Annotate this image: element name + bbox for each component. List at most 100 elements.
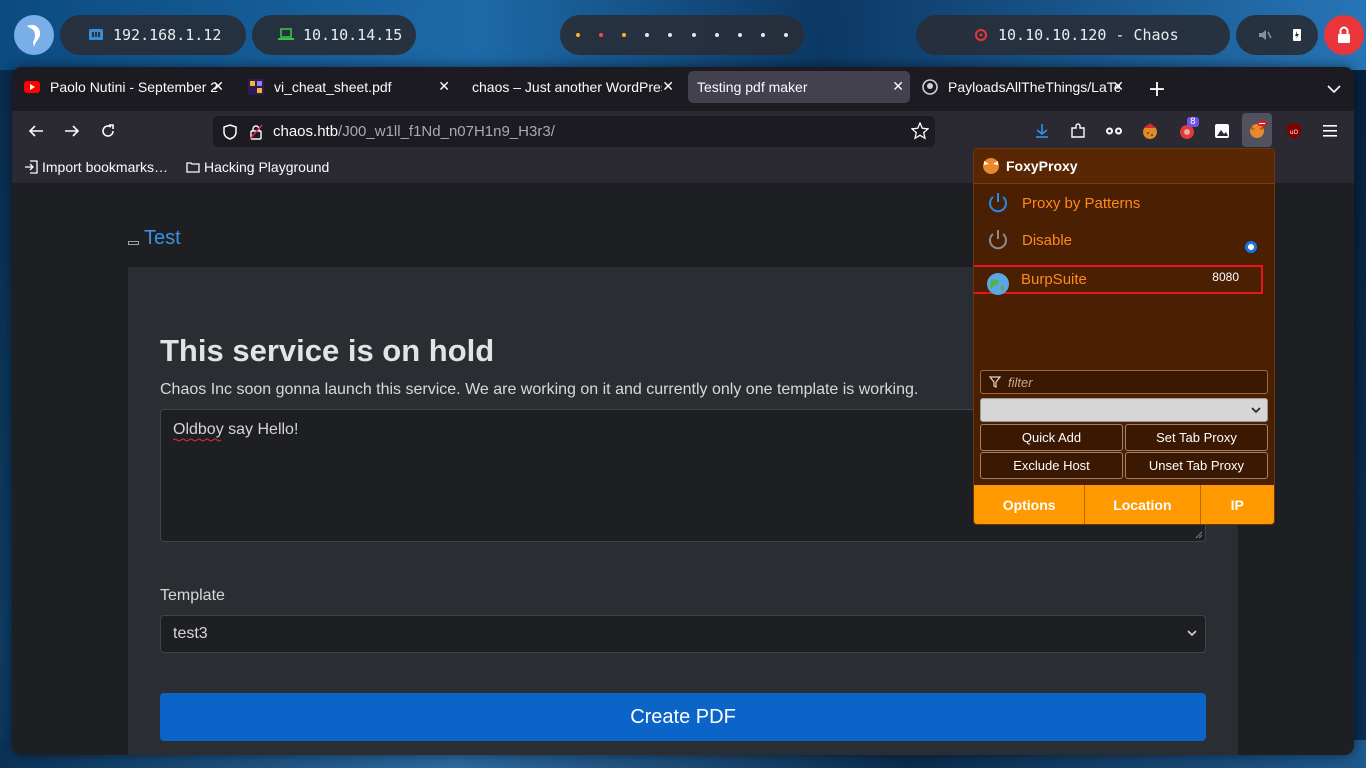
url-bar[interactable]: chaos.htb /J00_w1ll_f1Nd_n07H1n9_H3r3/ — [213, 116, 935, 147]
app-menu-button[interactable] — [1320, 121, 1340, 141]
shield-icon[interactable] — [223, 123, 237, 140]
chevron-down-icon — [1327, 84, 1341, 93]
reload-button[interactable] — [98, 121, 118, 141]
location-button[interactable]: Location — [1085, 485, 1201, 524]
dragon-logo-icon — [27, 24, 41, 47]
set-tab-proxy-button[interactable]: Set Tab Proxy — [1125, 424, 1268, 451]
photo-icon — [1215, 124, 1229, 138]
tab-label: Paolo Nutini - September 2 — [50, 79, 218, 95]
lock-icon — [1338, 26, 1350, 43]
workspace-dot-10[interactable] — [784, 33, 789, 37]
bookmark-label: Hacking Playground — [204, 159, 330, 175]
new-tab-button[interactable]: + — [1148, 75, 1166, 103]
workspace-dot-6[interactable] — [691, 33, 696, 37]
arrow-left-icon — [28, 125, 43, 137]
tab-chaos-wordpress[interactable]: chaos – Just another WordPres ✕ — [464, 71, 680, 103]
star-bookmark-icon[interactable] — [911, 122, 929, 140]
kali-menu-button[interactable] — [14, 15, 54, 55]
folder-icon — [186, 162, 200, 173]
lock-screen-button[interactable] — [1324, 15, 1364, 55]
muted-speaker-icon[interactable] — [1258, 28, 1272, 42]
extensions-button[interactable] — [1068, 121, 1088, 141]
proxy-burpsuite[interactable]: BurpSuite 8080 — [974, 265, 1263, 295]
create-pdf-button[interactable]: Create PDF — [160, 693, 1206, 741]
workspace-dot-1[interactable] — [575, 33, 580, 37]
bookmark-import[interactable]: Import bookmarks… — [24, 159, 168, 175]
workspace-dot-5[interactable] — [668, 33, 673, 37]
target-pill[interactable]: 10.10.10.120 - Chaos — [916, 15, 1230, 55]
chevron-down-icon — [1251, 407, 1261, 414]
forward-button[interactable] — [62, 121, 82, 141]
template-select[interactable]: test3 — [160, 615, 1206, 653]
bookmark-folder-hacking-playground[interactable]: Hacking Playground — [186, 159, 329, 175]
workspace-dot-3[interactable] — [621, 33, 626, 37]
cookie-icon — [1143, 123, 1157, 139]
reload-icon — [102, 124, 114, 137]
mode-disable[interactable]: Disable — [974, 223, 1274, 257]
network-icon — [89, 29, 103, 40]
page-heading: This service is on hold — [160, 333, 495, 368]
local-ip-pill[interactable]: 192.168.1.12 — [60, 15, 246, 55]
glasses-icon — [1106, 127, 1122, 135]
workspace-dot-4[interactable] — [645, 33, 650, 37]
downloads-button[interactable] — [1032, 121, 1052, 141]
workspace-dot-8[interactable] — [737, 33, 742, 37]
quick-add-button[interactable]: Quick Add — [980, 424, 1123, 451]
exclude-host-button[interactable]: Exclude Host — [980, 452, 1123, 479]
foxyproxy-logo-icon — [983, 158, 999, 174]
page-title-link[interactable]: Test — [144, 227, 181, 250]
insecure-lock-icon[interactable] — [249, 124, 263, 140]
proxy-label: BurpSuite — [1021, 271, 1087, 288]
pdf-icon — [248, 79, 264, 95]
close-tab-icon[interactable]: ✕ — [662, 78, 674, 95]
mode-proxy-by-patterns[interactable]: Proxy by Patterns — [974, 186, 1274, 220]
broken-image-icon — [128, 241, 139, 245]
theme-extension[interactable] — [1212, 121, 1232, 141]
import-icon — [25, 160, 38, 174]
template-label: Template — [160, 587, 225, 604]
cookie-extension[interactable] — [1140, 120, 1160, 142]
foxyproxy-button[interactable] — [1242, 113, 1272, 147]
vpn-ip-pill[interactable]: 10.10.14.15 — [252, 15, 416, 55]
ublock-extension[interactable]: uO — [1284, 121, 1304, 141]
workspace-dot-2[interactable] — [598, 33, 603, 37]
proxy-select[interactable] — [980, 398, 1268, 422]
mode-label: Proxy by Patterns — [1022, 194, 1141, 212]
url-path: /J00_w1ll_f1Nd_n07H1n9_H3r3/ — [338, 123, 555, 140]
hacktools-extension[interactable]: 8 — [1176, 117, 1199, 142]
workspace-dot-9[interactable] — [761, 33, 766, 37]
url-host: chaos.htb — [273, 123, 339, 140]
puzzle-icon — [1071, 123, 1085, 138]
close-tab-icon[interactable]: ✕ — [1112, 78, 1124, 95]
selected-radio-indicator[interactable] — [1245, 241, 1257, 253]
workspace-switcher[interactable] — [560, 15, 804, 55]
close-tab-icon[interactable]: ✕ — [438, 78, 450, 95]
workspace-dot-7[interactable] — [714, 33, 719, 37]
globe-icon — [987, 272, 1009, 295]
battery-icon[interactable] — [1292, 28, 1302, 42]
list-tabs-button[interactable] — [1326, 77, 1342, 101]
filter-input[interactable]: filter — [980, 370, 1268, 394]
textarea-value: Oldboy say Hello! — [173, 421, 299, 438]
tab-paolo-nutini[interactable]: Paolo Nutini - September 2 ✕ — [18, 71, 230, 103]
ip-button[interactable]: IP — [1201, 485, 1275, 524]
tab-vi-cheat-sheet[interactable]: vi_cheat_sheet.pdf ✕ — [240, 71, 456, 103]
system-tray[interactable] — [1236, 15, 1318, 55]
bookmark-label: Import bookmarks… — [42, 159, 169, 175]
close-tab-icon[interactable]: ✕ — [892, 78, 904, 95]
back-button[interactable] — [26, 121, 46, 141]
resize-handle-icon[interactable] — [1193, 529, 1203, 539]
wappalyzer-extension[interactable] — [1104, 121, 1124, 141]
options-button[interactable]: Options — [974, 485, 1086, 524]
page-lead: Chaos Inc soon gonna launch this service… — [160, 381, 919, 398]
foxyproxy-header: FoxyProxy — [974, 149, 1274, 184]
unset-tab-proxy-button[interactable]: Unset Tab Proxy — [1125, 452, 1268, 479]
laptop-icon — [278, 28, 294, 40]
tab-payloads-all-the-things[interactable]: PayloadsAllTheThings/LaTe ✕ — [918, 71, 1130, 103]
download-icon — [1036, 124, 1048, 138]
spellcheck-underline — [173, 438, 222, 442]
svg-text:uO: uO — [1290, 129, 1299, 136]
nav-bar: chaos.htb /J00_w1ll_f1Nd_n07H1n9_H3r3/ 8 — [12, 111, 1354, 153]
close-tab-icon[interactable]: ✕ — [212, 78, 224, 95]
tab-testing-pdf-maker[interactable]: Testing pdf maker ✕ — [688, 71, 910, 103]
